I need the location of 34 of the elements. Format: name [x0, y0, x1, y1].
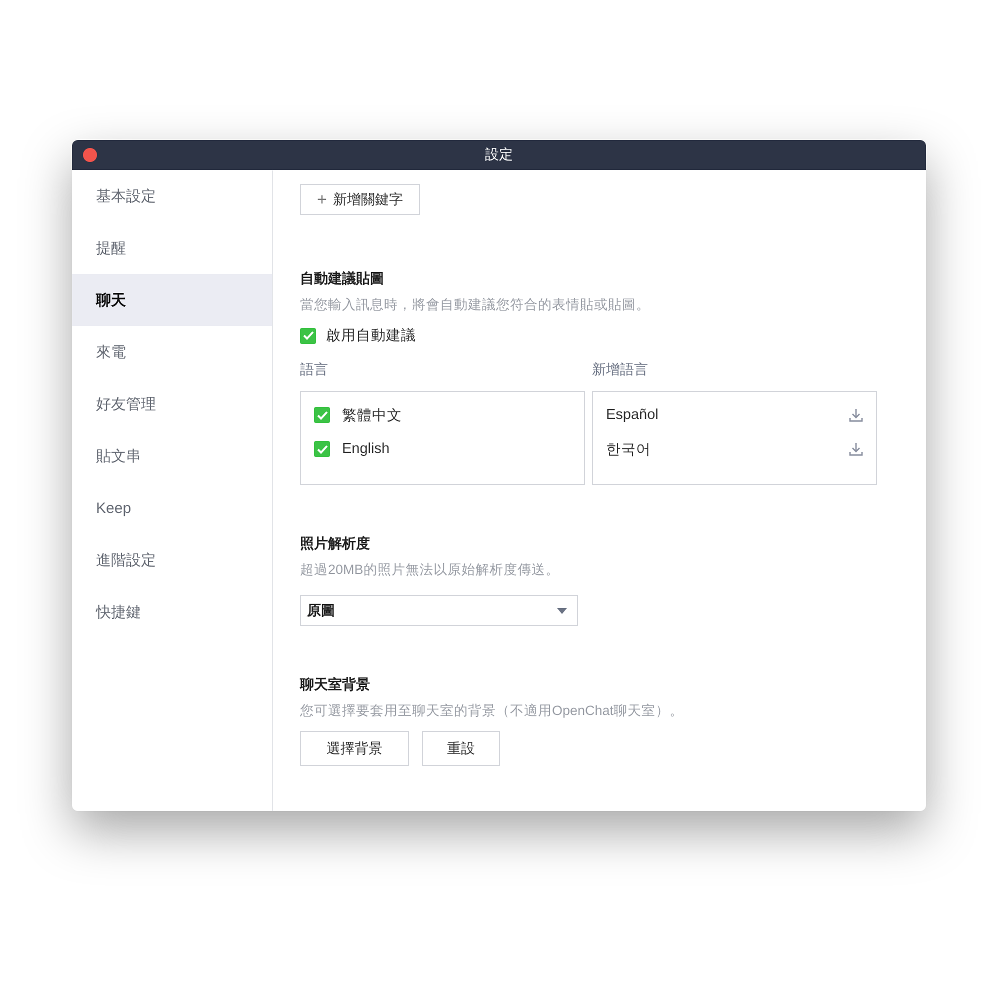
sidebar-item[interactable]: 提醒	[72, 222, 272, 274]
close-button[interactable]	[83, 148, 97, 162]
sidebar-item[interactable]: 聊天	[72, 274, 272, 326]
section-description: 超過20MB的照片無法以原始解析度傳送。	[300, 561, 560, 579]
checkbox[interactable]	[314, 407, 330, 423]
section-title: 聊天室背景	[300, 676, 371, 694]
column-label: 語言	[300, 361, 329, 379]
window-title: 設定	[485, 146, 513, 164]
sidebar-item[interactable]: 快捷鍵	[72, 586, 272, 638]
caret-icon	[557, 608, 567, 614]
column-label: 新增語言	[592, 361, 649, 379]
sidebar-item[interactable]: 好友管理	[72, 378, 272, 430]
checkbox[interactable]	[300, 328, 316, 344]
section-title: 照片解析度	[300, 535, 371, 553]
section-description: 當您輸入訊息時，將會自動建議您符合的表情貼或貼圖。	[300, 296, 651, 314]
sidebar-item[interactable]: 來電	[72, 326, 272, 378]
section-title: 自動建議貼圖	[300, 270, 385, 288]
section-description: 您可選擇要套用至聊天室的背景（不適用OpenChat聊天室）。	[300, 702, 685, 720]
download-icon[interactable]	[849, 408, 863, 422]
sidebar-item[interactable]: 基本設定	[72, 170, 272, 222]
sidebar-item[interactable]: 貼文串	[72, 430, 272, 482]
resolution-dropdown[interactable]: 原圖	[300, 595, 578, 626]
language-label: Español	[606, 407, 658, 423]
language-label: English	[342, 441, 390, 457]
checkbox[interactable]	[314, 441, 330, 457]
action-button[interactable]: 選擇背景	[300, 731, 409, 766]
language-label: 한국어	[606, 440, 651, 458]
download-icon[interactable]	[849, 442, 863, 456]
action-button[interactable]: 重設	[422, 731, 500, 766]
language-label: 繁體中文	[342, 406, 402, 424]
sidebar-item[interactable]: Keep	[72, 482, 272, 534]
sidebar-item[interactable]: 進階設定	[72, 534, 272, 586]
checkbox-label: 啟用自動建議	[326, 326, 416, 345]
add-keyword-button[interactable]: + 新增關鍵字	[300, 184, 420, 215]
